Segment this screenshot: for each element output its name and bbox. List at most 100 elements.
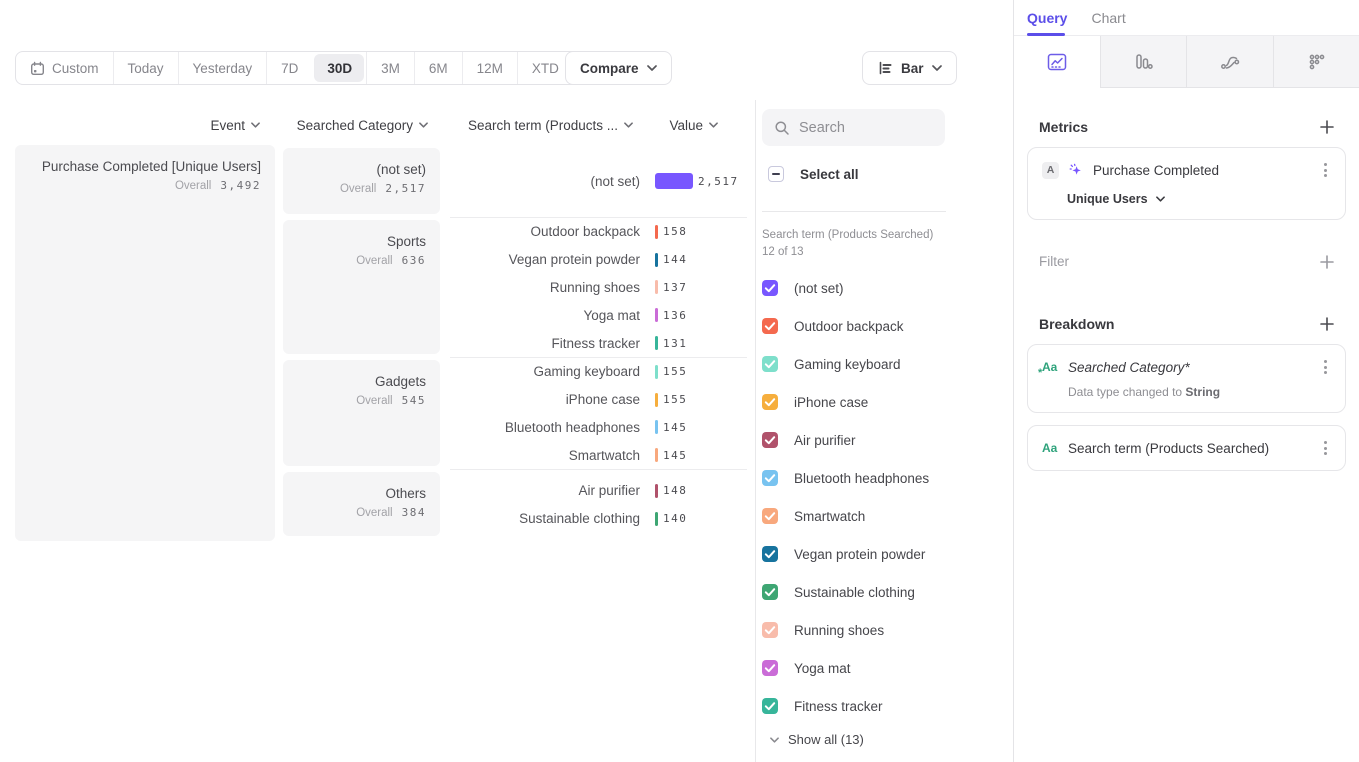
date-range-30d-button[interactable]: 30D [314, 54, 364, 82]
series-label: Sustainable clothing [794, 585, 915, 600]
legend-item[interactable]: Gaming keyboard [762, 345, 992, 383]
category-cell[interactable]: OthersOverall384 [283, 472, 440, 536]
category-cell[interactable]: SportsOverall636 [283, 220, 440, 354]
check-icon [762, 698, 778, 714]
select-all-checkbox[interactable] [768, 166, 784, 182]
kebab-menu-icon[interactable] [1320, 439, 1331, 457]
series-checkbox[interactable] [762, 394, 778, 410]
legend-item[interactable]: Smartwatch [762, 497, 992, 535]
column-header-search-term[interactable]: Search term (Products ... [390, 112, 633, 138]
event-cell[interactable]: Purchase Completed [Unique Users] Overal… [15, 145, 275, 541]
table-row[interactable]: Smartwatch145 [450, 441, 747, 469]
legend-item[interactable]: iPhone case [762, 383, 992, 421]
add-metric-icon[interactable] [1320, 120, 1334, 134]
date-range-3m-button[interactable]: 3M [366, 52, 414, 84]
tab-chart[interactable]: Chart [1091, 10, 1125, 26]
column-header-label: Search term (Products ... [468, 118, 618, 133]
value-label: 131 [663, 337, 687, 350]
search-input[interactable] [799, 120, 933, 136]
series-checkbox[interactable] [762, 508, 778, 524]
series-label: Air purifier [794, 433, 856, 448]
value-label: 158 [663, 225, 687, 238]
date-range-today-button[interactable]: Today [113, 52, 178, 84]
overall-value: 384 [402, 506, 426, 519]
value-bar [655, 448, 658, 462]
series-checkbox[interactable] [762, 432, 778, 448]
tab-flows[interactable] [1186, 36, 1273, 88]
table-row[interactable]: Fitness tracker 131 [450, 329, 747, 357]
kebab-menu-icon[interactable] [1320, 161, 1331, 179]
select-all-row[interactable]: Select all [768, 166, 859, 182]
show-all-button[interactable]: Show all (13) [770, 732, 864, 747]
legend-item[interactable]: Yoga mat [762, 649, 992, 687]
legend-item[interactable]: Bluetooth headphones [762, 459, 992, 497]
legend-item[interactable]: (not set) [762, 269, 992, 307]
date-range-12m-button[interactable]: 12M [462, 52, 517, 84]
series-checkbox[interactable] [762, 698, 778, 714]
legend-list: (not set)Outdoor backpackGaming keyboard… [762, 269, 992, 725]
table-group: (not set)Overall2,517 (not set)2,517 [283, 145, 747, 217]
string-property-icon: Aa [1042, 441, 1060, 455]
legend-item[interactable]: Vegan protein powder [762, 535, 992, 573]
date-range-custom-button[interactable]: Custom [16, 52, 113, 84]
table-row[interactable]: iPhone case155 [450, 386, 747, 414]
table-row[interactable]: Gaming keyboard155 [450, 358, 747, 386]
check-icon [762, 318, 778, 334]
table-row[interactable]: Yoga mat136 [450, 301, 747, 329]
kebab-menu-icon[interactable] [1320, 358, 1331, 376]
query-panel-tabs: Query Chart [1014, 0, 1359, 36]
table-row[interactable]: Sustainable clothing140 [450, 505, 747, 533]
legend-item[interactable]: Air purifier [762, 421, 992, 459]
category-cell[interactable]: GadgetsOverall545 [283, 360, 440, 466]
series-checkbox[interactable] [762, 584, 778, 600]
category-name: Sports [297, 233, 426, 251]
series-checkbox[interactable] [762, 318, 778, 334]
table-row[interactable]: Air purifier148 [450, 477, 747, 505]
show-all-label: Show all (13) [788, 732, 864, 747]
table-group: GadgetsOverall545 Gaming keyboard155iPhon… [283, 357, 747, 469]
legend-item[interactable]: Outdoor backpack [762, 307, 992, 345]
breakdown-card-searched-category[interactable]: Aa* Searched Category* Data type changed… [1027, 344, 1346, 413]
column-header-event[interactable]: Event [15, 112, 260, 138]
search-term-label: Bluetooth headphones [450, 420, 640, 435]
series-checkbox[interactable] [762, 622, 778, 638]
series-label: Bluetooth headphones [794, 471, 929, 486]
add-filter-icon[interactable] [1320, 255, 1334, 269]
tab-query[interactable]: Query [1027, 10, 1067, 26]
search-term-label: Fitness tracker [450, 336, 640, 351]
table-row[interactable]: Outdoor backpack158 [450, 218, 747, 246]
value-label: 144 [663, 253, 687, 266]
legend-item[interactable]: Running shoes [762, 611, 992, 649]
search-term-label: (not set) [450, 174, 640, 189]
series-checkbox[interactable] [762, 356, 778, 372]
table-row[interactable]: (not set)2,517 [450, 167, 747, 195]
series-checkbox[interactable] [762, 470, 778, 486]
series-checkbox[interactable] [762, 546, 778, 562]
series-label: Fitness tracker [794, 699, 883, 714]
date-range-label: 12M [477, 61, 503, 76]
date-range-yesterday-button[interactable]: Yesterday [178, 52, 267, 84]
table-row[interactable]: Vegan protein powder144 [450, 246, 747, 274]
compare-button[interactable]: Compare [565, 51, 672, 85]
series-checkbox[interactable] [762, 280, 778, 296]
metric-card[interactable]: A Purchase Completed Unique Users [1027, 147, 1346, 220]
tab-insights[interactable] [1014, 36, 1100, 88]
add-breakdown-icon[interactable] [1320, 317, 1334, 331]
series-checkbox[interactable] [762, 660, 778, 676]
breakdown-card-search-term[interactable]: Aa Search term (Products Searched) [1027, 425, 1346, 471]
table-row[interactable]: Running shoes137 [450, 274, 747, 302]
column-header-value[interactable]: Value [640, 112, 718, 138]
category-cell[interactable]: (not set)Overall2,517 [283, 148, 440, 214]
tab-funnels[interactable] [1100, 36, 1187, 88]
check-icon [762, 280, 778, 296]
legend-item[interactable]: Sustainable clothing [762, 573, 992, 611]
table-row[interactable]: Bluetooth headphones145 [450, 414, 747, 442]
aggregation-select[interactable]: Unique Users [1067, 192, 1331, 206]
date-range-6m-button[interactable]: 6M [414, 52, 462, 84]
tab-retention[interactable] [1273, 36, 1359, 88]
legend-item[interactable]: Fitness tracker [762, 687, 992, 725]
overall-label: Overall [340, 183, 376, 195]
search-box[interactable] [762, 109, 945, 146]
date-range-7d-button[interactable]: 7D [266, 52, 312, 84]
breakdown-section-header: Breakdown [1014, 316, 1359, 332]
